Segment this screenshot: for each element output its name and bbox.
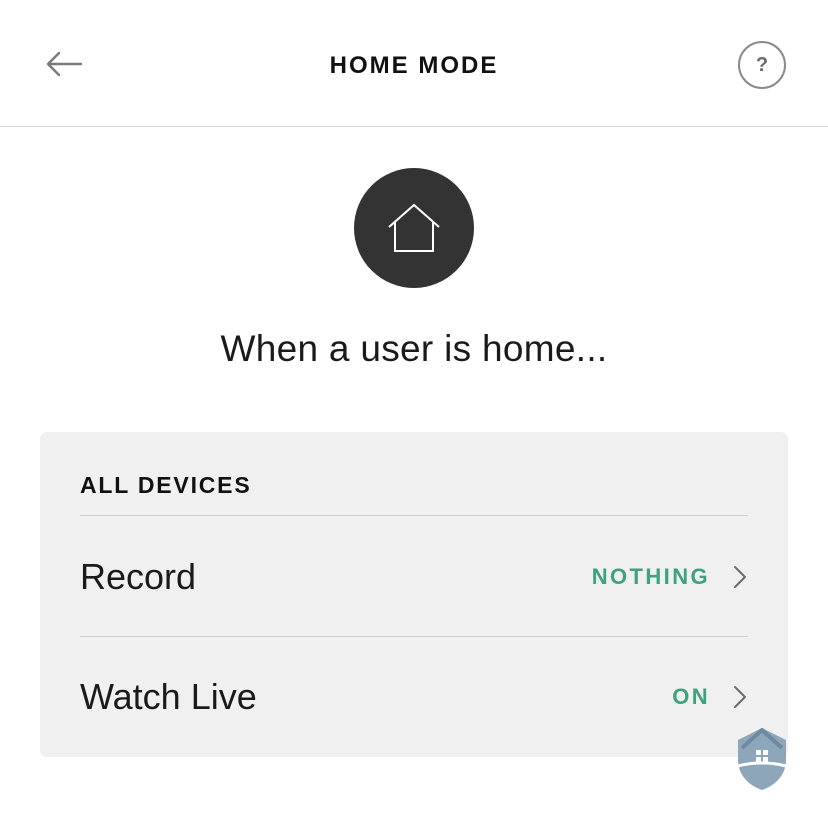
mode-description: When a user is home... — [220, 328, 608, 369]
shield-house-watermark-icon — [737, 728, 787, 790]
record-row[interactable]: Record NOTHING — [80, 517, 748, 637]
record-value: NOTHING — [591, 564, 710, 589]
record-label: Record — [80, 556, 197, 597]
page-title: HOME MODE — [329, 52, 499, 79]
help-button[interactable]: ? — [738, 41, 786, 89]
home-mode-screen: HOME MODE ? When a user is home... ALL D… — [0, 0, 828, 820]
chevron-right-icon — [732, 685, 748, 709]
top-bar: HOME MODE ? — [0, 0, 828, 127]
watch-live-row[interactable]: Watch Live ON — [80, 637, 748, 757]
watch-live-value: ON — [672, 684, 710, 709]
house-outline-icon — [388, 203, 440, 252]
chevron-right-icon — [732, 565, 748, 589]
section-header: ALL DEVICES — [80, 472, 252, 498]
devices-card: ALL DEVICES Record NOTHING Watch Live ON — [40, 432, 788, 757]
help-label: ? — [755, 53, 769, 76]
home-mode-icon-circle — [354, 168, 474, 288]
divider — [80, 515, 748, 516]
watch-live-label: Watch Live — [80, 676, 257, 717]
